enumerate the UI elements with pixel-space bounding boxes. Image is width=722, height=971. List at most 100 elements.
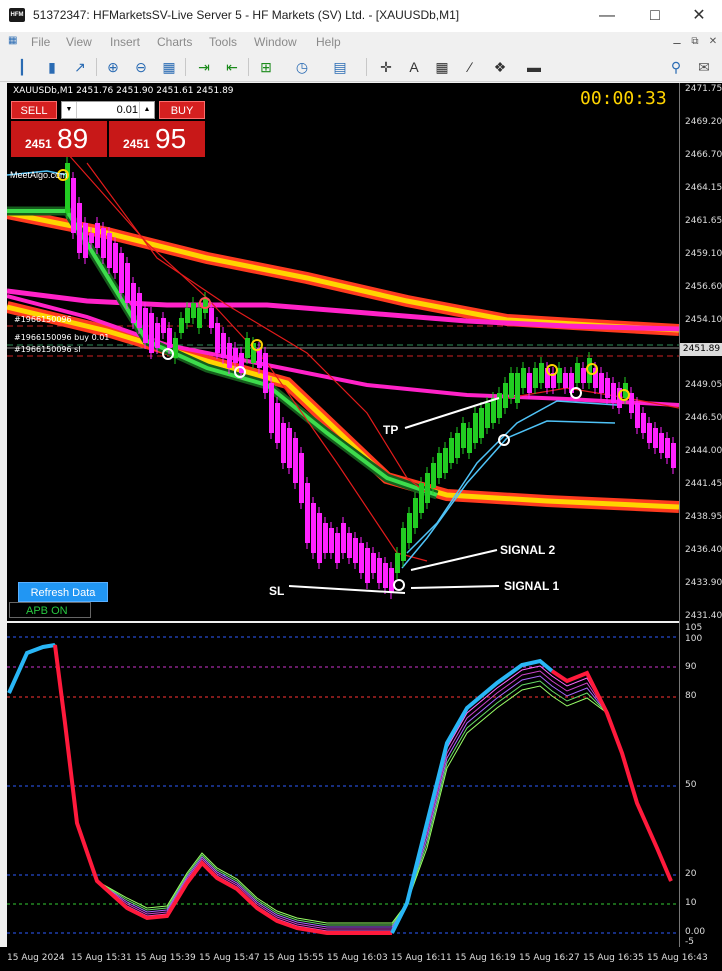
time-axis[interactable]: 15 Aug 2024 15 Aug 15:31 15 Aug 15:39 15…	[0, 947, 722, 971]
bear-candle	[155, 323, 160, 348]
bull-candle	[515, 373, 520, 403]
bull-candle	[461, 423, 466, 448]
bear-candle	[599, 373, 604, 393]
lot-size-field[interactable]: ▼ 0.01 ▲	[61, 101, 155, 119]
chat-icon[interactable]: ✉	[694, 57, 714, 77]
candlestick-icon[interactable]: ▮	[42, 57, 62, 77]
osc-tick: 100	[685, 634, 703, 644]
refresh-data-button[interactable]: Refresh Data	[18, 582, 108, 602]
sell-button[interactable]: SELL	[11, 101, 57, 119]
bear-candle	[347, 533, 352, 558]
bull-candle	[455, 433, 460, 458]
autoscroll-icon[interactable]: ⇤	[222, 57, 242, 77]
bear-candle	[125, 263, 130, 303]
bull-candle	[245, 338, 250, 358]
app-logo-icon: HFM	[9, 8, 25, 22]
signal-marker	[393, 579, 405, 591]
menu-view[interactable]: View	[66, 35, 92, 49]
window-title: 51372347: HFMarketsSV-Live Server 5 - HF…	[33, 8, 460, 22]
lot-decrease-icon[interactable]: ▼	[62, 102, 77, 118]
bear-candle	[101, 228, 106, 258]
order-sl-label[interactable]: #1966150096 sl	[14, 345, 81, 354]
text-tool-icon[interactable]: A	[404, 57, 424, 77]
sell-price-box[interactable]: 2451 89	[11, 121, 107, 157]
maximize-icon[interactable]: □	[632, 0, 678, 32]
bull-candle	[503, 383, 508, 408]
signal2-annotation: SIGNAL 2	[500, 543, 556, 557]
menu-charts[interactable]: Charts	[157, 35, 192, 49]
time-tick: 15 Aug 16:35	[583, 953, 644, 963]
order-tp-label[interactable]: #1966150096	[14, 315, 72, 324]
zoom-in-icon[interactable]: ⊕	[103, 57, 123, 77]
bull-candle	[437, 453, 442, 478]
periods-clock-icon[interactable]: ◷	[292, 57, 312, 77]
price-tick: 2466.70	[685, 150, 722, 160]
osc-tick: 105	[685, 623, 703, 633]
crosshair-icon[interactable]: ✛	[376, 57, 396, 77]
bull-candle	[401, 528, 406, 561]
price-tick: 2433.90	[685, 578, 722, 588]
oscillator-subwindow[interactable]	[7, 623, 679, 947]
bear-candle	[107, 233, 112, 268]
menu-insert[interactable]: Insert	[110, 35, 140, 49]
chart-window-icon[interactable]: ▦	[8, 35, 17, 46]
bear-candle	[287, 428, 292, 468]
bear-candle	[365, 548, 370, 583]
text-label-icon[interactable]: ▦	[432, 57, 452, 77]
bear-candle	[377, 558, 382, 583]
bear-candle	[221, 333, 226, 358]
price-axis[interactable]: 2471.75 2469.20 2466.70 2464.15 2461.65 …	[679, 83, 722, 947]
bear-candle	[611, 383, 616, 403]
lot-increase-icon[interactable]: ▲	[139, 102, 154, 118]
lot-value[interactable]: 0.01	[78, 104, 138, 116]
mdi-restore-icon[interactable]: ⧉	[688, 36, 702, 48]
mdi-close-icon[interactable]: ✕	[706, 36, 720, 48]
time-tick: 15 Aug 16:11	[391, 953, 452, 963]
tile-windows-icon[interactable]: ▦	[159, 57, 179, 77]
sell-price-big: 89	[57, 123, 89, 154]
minimize-icon[interactable]: —	[584, 0, 630, 32]
shapes-icon[interactable]: ❖	[490, 57, 510, 77]
current-price-tag: 2451.89	[680, 343, 722, 356]
mdi-minimize-icon[interactable]: ⚊	[670, 36, 684, 48]
rectangle-icon[interactable]: ▬	[524, 57, 544, 77]
price-tick: 2431.40	[685, 611, 722, 621]
buy-button[interactable]: BUY	[159, 101, 205, 119]
apb-status[interactable]: APB ON	[9, 602, 91, 618]
bear-candle	[95, 223, 100, 248]
time-tick: 15 Aug 16:19	[455, 953, 516, 963]
indicators-icon[interactable]: ⊞	[256, 57, 276, 77]
osc-main-up	[390, 658, 554, 934]
chart-shift-icon[interactable]: ⇥	[194, 57, 214, 77]
order-entry-label[interactable]: #1966150096 buy 0.01	[14, 333, 109, 342]
bear-candle	[329, 528, 334, 553]
bear-candle	[257, 348, 262, 368]
bull-candle	[521, 368, 526, 388]
time-tick: 15 Aug 2024	[7, 953, 65, 963]
price-chart[interactable]: XAUUSDb,M1 2451.76 2451.90 2451.61 2451.…	[7, 83, 679, 621]
templates-icon[interactable]: ▤	[330, 57, 350, 77]
bull-candle	[539, 363, 544, 383]
bear-candle	[563, 373, 568, 388]
sl-annotation: SL	[269, 584, 285, 598]
bear-candle	[671, 443, 676, 468]
time-tick: 15 Aug 15:47	[199, 953, 260, 963]
buy-price-box[interactable]: 2451 95	[109, 121, 205, 157]
price-tick: 2449.05	[685, 380, 722, 390]
menu-help[interactable]: Help	[316, 35, 341, 49]
line-chart-icon[interactable]: ↗	[70, 57, 90, 77]
menu-tools[interactable]: Tools	[209, 35, 237, 49]
menu-file[interactable]: File	[31, 35, 50, 49]
search-icon[interactable]: ⚲	[666, 57, 686, 77]
bear-candle	[659, 433, 664, 453]
osc-signal-line	[8, 644, 672, 924]
menu-window[interactable]: Window	[254, 35, 297, 49]
zoom-out-icon[interactable]: ⊖	[131, 57, 151, 77]
bear-candle	[215, 323, 220, 353]
bar-chart-icon[interactable]: ┃	[12, 57, 32, 77]
osc-tick: 10	[685, 898, 697, 908]
bear-candle	[353, 538, 358, 563]
osc-tick: 20	[685, 869, 697, 879]
close-icon[interactable]: ✕	[676, 0, 722, 32]
trendline-icon[interactable]: ∕	[460, 57, 480, 77]
